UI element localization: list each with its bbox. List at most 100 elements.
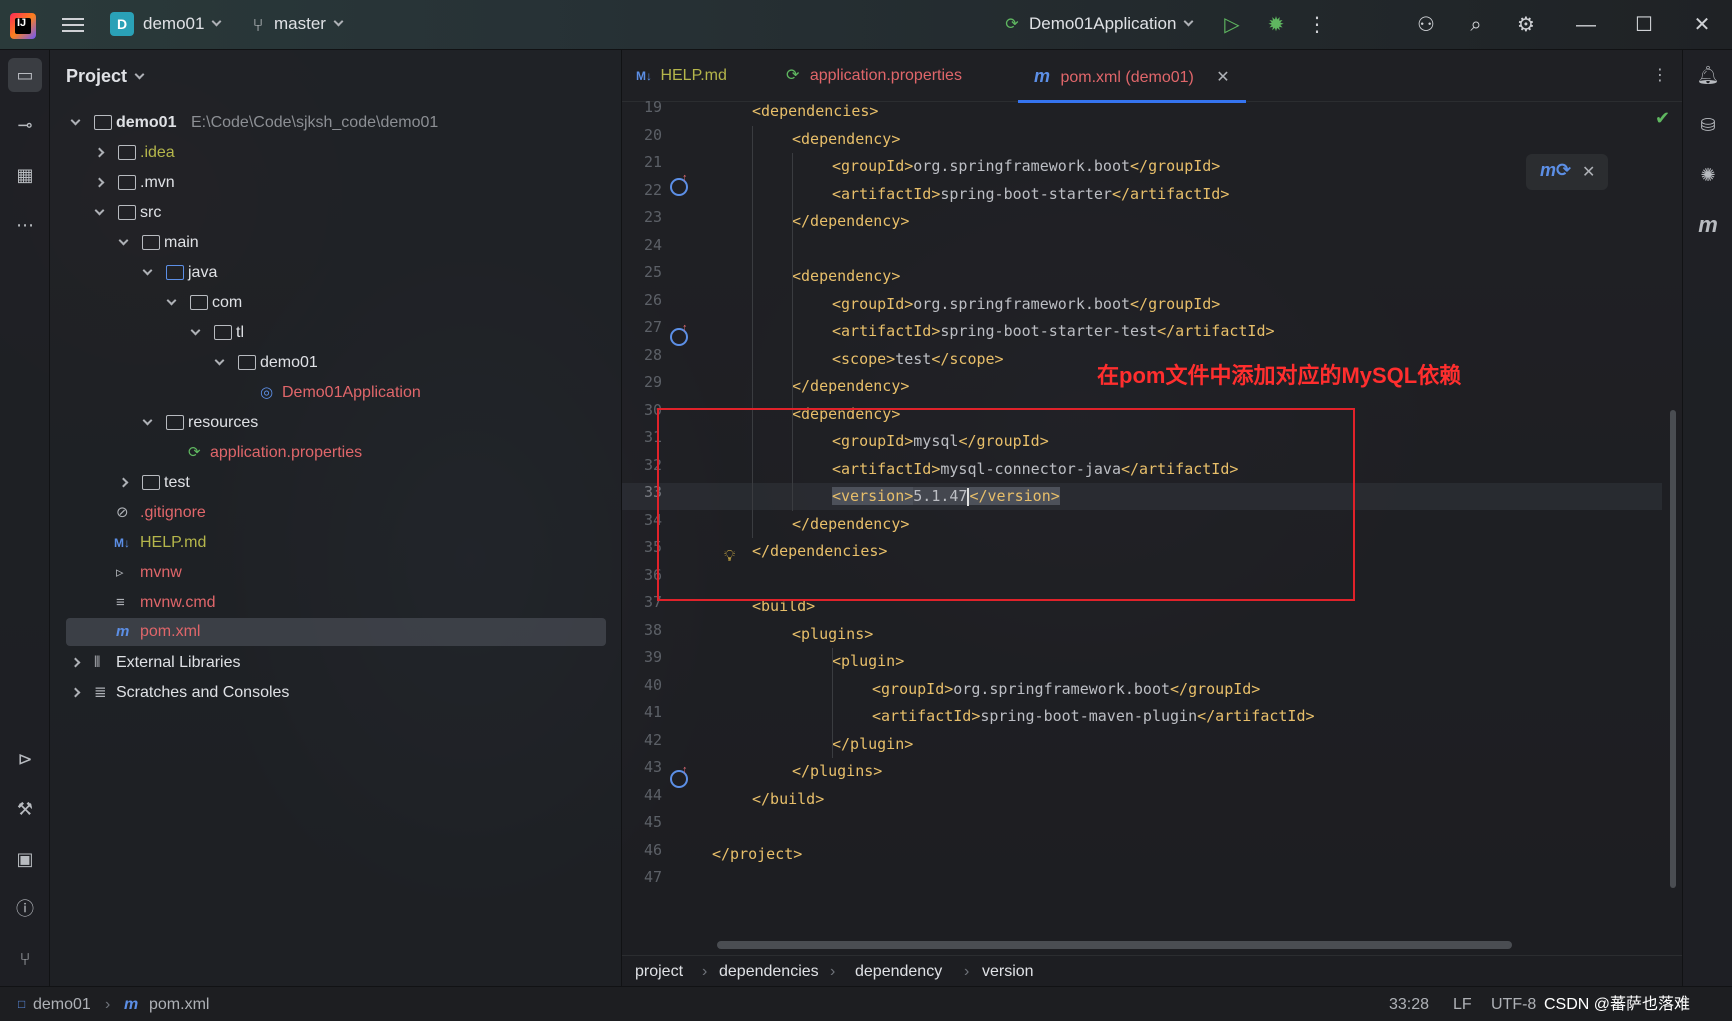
code-line[interactable]: </dependency> xyxy=(792,208,909,235)
more-actions-icon[interactable]: ⋮ xyxy=(1305,13,1329,37)
tree-item-demo01-root[interactable]: demo01 E:\Code\Code\sjksh_code\demo01 xyxy=(50,109,622,137)
tree-item-mvnw[interactable]: ▹ mvnw xyxy=(50,559,622,587)
problems-icon[interactable]: ⓘ xyxy=(8,892,42,926)
expand-chevron-icon[interactable] xyxy=(94,205,105,216)
code-line[interactable]: <dependencies> xyxy=(752,98,878,125)
code-line[interactable]: <plugins> xyxy=(792,621,873,648)
tree-item-src[interactable]: src xyxy=(50,199,622,227)
status-project[interactable]: demo01 xyxy=(33,987,91,1021)
code-line[interactable]: </dependency> xyxy=(792,373,909,400)
caret-position[interactable]: 33:28 xyxy=(1389,987,1429,1021)
debug-icon[interactable]: ✹ xyxy=(1264,13,1288,37)
maven-reload-icon[interactable]: m⟳ xyxy=(1540,160,1571,181)
intellij-logo-icon[interactable]: IJ xyxy=(10,13,36,39)
git-tool-icon[interactable]: ⑂ xyxy=(8,942,42,976)
code-line[interactable]: </project> xyxy=(712,841,802,868)
collapse-chevron-icon[interactable] xyxy=(94,177,105,188)
branch-switcher[interactable]: master xyxy=(274,14,344,34)
code-line[interactable]: <artifactId>spring-boot-starter-test</ar… xyxy=(832,318,1275,345)
tree-item-demo01application[interactable]: ◎ Demo01Application xyxy=(50,379,622,407)
breadcrumb-project[interactable]: project xyxy=(635,956,683,988)
dependency-override-icon[interactable] xyxy=(670,172,688,196)
project-switcher[interactable]: demo01 xyxy=(143,14,222,34)
main-menu-icon[interactable] xyxy=(62,14,84,36)
tree-item-pom-xml[interactable]: m pom.xml xyxy=(66,618,606,646)
run-config-selector[interactable]: Demo01Application xyxy=(1029,14,1194,34)
code-line[interactable]: <groupId>org.springframework.boot</group… xyxy=(872,676,1260,703)
tabs-more-icon[interactable]: ⋮ xyxy=(1652,50,1668,102)
vertical-scrollbar[interactable] xyxy=(1670,410,1676,888)
services-tool-icon[interactable]: ⊳ xyxy=(8,742,42,776)
tree-item-scratches[interactable]: ≣ Scratches and Consoles xyxy=(50,679,622,707)
line-separator[interactable]: LF xyxy=(1453,987,1472,1021)
code-line[interactable]: <scope>test</scope> xyxy=(832,346,1004,373)
database-icon[interactable]: ⛁ xyxy=(1691,108,1725,142)
search-icon[interactable]: ⌕ xyxy=(1464,13,1488,37)
file-encoding[interactable]: UTF-8 xyxy=(1491,987,1536,1021)
tree-item-idea[interactable]: .idea xyxy=(50,139,622,167)
tree-item-help-md[interactable]: M↓ HELP.md xyxy=(50,529,622,557)
dependency-override-icon[interactable] xyxy=(670,322,688,346)
project-panel-title[interactable]: Project xyxy=(66,66,145,87)
notifications-bell-icon[interactable]: 🔔︎ xyxy=(1691,58,1725,92)
tree-item-com[interactable]: com xyxy=(50,289,622,317)
code-line[interactable]: </plugins> xyxy=(792,758,882,785)
breadcrumb-dependencies[interactable]: dependencies xyxy=(719,956,819,988)
breadcrumb-dependency[interactable]: dependency xyxy=(855,956,942,988)
code-line[interactable]: <artifactId>spring-boot-starter</artifac… xyxy=(832,181,1229,208)
project-badge[interactable]: D xyxy=(110,12,134,36)
status-file[interactable]: pom.xml xyxy=(149,987,209,1021)
minimize-icon[interactable]: — xyxy=(1574,13,1598,37)
tree-item-external-libraries[interactable]: ⫴ External Libraries xyxy=(50,649,622,677)
expand-chevron-icon[interactable] xyxy=(142,415,153,426)
tree-item-mvn[interactable]: .mvn xyxy=(50,169,622,197)
expand-chevron-icon[interactable] xyxy=(166,295,177,306)
tree-item-resources[interactable]: resources xyxy=(50,409,622,437)
collapse-chevron-icon[interactable] xyxy=(70,687,81,698)
code-line[interactable]: <groupId>org.springframework.boot</group… xyxy=(832,153,1220,180)
expand-chevron-icon[interactable] xyxy=(70,115,81,126)
ai-assistant-icon[interactable]: ✺ xyxy=(1691,158,1725,192)
commit-tool-icon[interactable]: ⊸ xyxy=(8,108,42,142)
project-tool-icon[interactable]: ▭ xyxy=(8,58,42,92)
code-line[interactable]: </build> xyxy=(752,786,824,813)
expand-chevron-icon[interactable] xyxy=(142,265,153,276)
tree-item-main[interactable]: main xyxy=(50,229,622,257)
build-hammer-icon[interactable]: ⚒ xyxy=(8,792,42,826)
inspection-ok-icon[interactable]: ✔ xyxy=(1655,108,1670,129)
expand-chevron-icon[interactable] xyxy=(214,355,225,366)
close-popup-icon[interactable]: ✕ xyxy=(1582,162,1595,182)
code-line[interactable]: <artifactId>spring-boot-maven-plugin</ar… xyxy=(872,703,1315,730)
code-line[interactable]: <groupId>org.springframework.boot</group… xyxy=(832,291,1220,318)
tree-item-mvnw-cmd[interactable]: ≡ mvnw.cmd xyxy=(50,589,622,617)
expand-chevron-icon[interactable] xyxy=(190,325,201,336)
close-tab-icon[interactable]: ✕ xyxy=(1216,69,1229,86)
expand-chevron-icon[interactable] xyxy=(118,235,129,246)
run-icon[interactable]: ▷ xyxy=(1220,13,1244,37)
structure-tool-icon[interactable]: ▦ xyxy=(8,158,42,192)
tree-item-java[interactable]: java xyxy=(50,259,622,287)
code-line[interactable]: <plugin> xyxy=(832,648,904,675)
breadcrumb-version[interactable]: version xyxy=(982,956,1034,988)
collapse-chevron-icon[interactable] xyxy=(118,477,129,488)
tree-item-tl[interactable]: tl xyxy=(50,319,622,347)
tree-item-demo01-package[interactable]: demo01 xyxy=(50,349,622,377)
tree-item-test[interactable]: test xyxy=(50,469,622,497)
tab-application-properties[interactable]: ⟳ application.properties xyxy=(786,50,962,102)
horizontal-scrollbar[interactable] xyxy=(717,941,1512,949)
maven-icon[interactable]: m xyxy=(1691,208,1725,242)
add-user-icon[interactable]: ⚇ xyxy=(1414,13,1438,37)
tab-pom-xml[interactable]: m pom.xml (demo01) ✕ xyxy=(1018,50,1246,103)
collapse-chevron-icon[interactable] xyxy=(70,657,81,668)
terminal-icon[interactable]: ▣ xyxy=(8,842,42,876)
settings-gear-icon[interactable]: ⚙ xyxy=(1514,13,1538,37)
tree-item-gitignore[interactable]: ⊘ .gitignore xyxy=(50,499,622,527)
close-window-icon[interactable]: ✕ xyxy=(1690,13,1714,37)
more-tools-icon[interactable]: ⋯ xyxy=(8,208,42,242)
code-line[interactable]: </plugin> xyxy=(832,731,913,758)
code-line[interactable]: <dependency> xyxy=(792,126,900,153)
dependency-override-icon[interactable] xyxy=(670,764,688,788)
tab-help-md[interactable]: M↓ HELP.md xyxy=(636,50,727,102)
maximize-icon[interactable]: ☐ xyxy=(1632,13,1656,37)
tree-item-application-properties[interactable]: ⟳ application.properties xyxy=(50,439,622,467)
